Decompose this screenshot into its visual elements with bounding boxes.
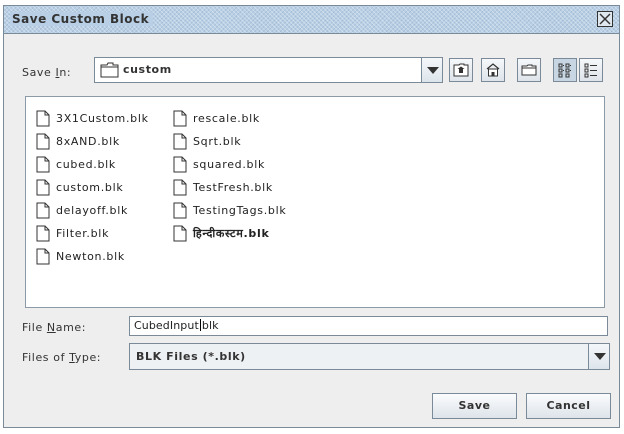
file-icon xyxy=(173,225,187,241)
close-icon xyxy=(599,13,611,25)
file-icon xyxy=(173,179,187,195)
file-icon xyxy=(36,202,50,218)
file-name: Newton.blk xyxy=(56,249,125,263)
file-type-label: Files of Type: xyxy=(22,351,102,364)
save-in-dropdown-arrow[interactable] xyxy=(421,58,442,82)
file-type-combo[interactable]: BLK Files (*.blk) xyxy=(129,343,610,370)
file-name: rescale.blk xyxy=(193,111,260,125)
details-view-button[interactable] xyxy=(579,58,603,82)
save-dialog: Save Custom Block Save In: custom 3X1Cus… xyxy=(3,5,620,428)
file-name: cubed.blk xyxy=(56,157,116,171)
list-item[interactable]: 3X1Custom.blk xyxy=(36,109,149,127)
file-name: squared.blk xyxy=(193,157,266,171)
dialog-title: Save Custom Block xyxy=(10,12,154,26)
title-bar[interactable]: Save Custom Block xyxy=(4,6,619,34)
file-name: हिन्दीकस्टम.blk xyxy=(193,226,270,240)
list-item[interactable]: 8xAND.blk xyxy=(36,132,120,150)
home-button[interactable] xyxy=(481,58,505,82)
file-icon xyxy=(36,248,50,264)
new-folder-icon xyxy=(521,64,537,76)
close-button[interactable] xyxy=(597,11,613,27)
up-one-level-button[interactable] xyxy=(449,58,473,82)
list-view-button[interactable] xyxy=(553,58,577,82)
file-name: delayoff.blk xyxy=(56,203,129,217)
list-item[interactable]: cubed.blk xyxy=(36,155,116,173)
file-name: custom.blk xyxy=(56,180,124,194)
save-button[interactable]: Save xyxy=(432,393,517,419)
list-item[interactable]: Sqrt.blk xyxy=(173,132,241,150)
file-name: Sqrt.blk xyxy=(193,134,242,148)
list-view-icon xyxy=(558,63,571,78)
file-name: TestFresh.blk xyxy=(193,180,273,194)
file-list[interactable]: 3X1Custom.blk 8xAND.blk cubed.blk custom… xyxy=(25,96,605,308)
home-icon xyxy=(486,63,500,77)
file-icon xyxy=(36,225,50,241)
new-folder-button[interactable] xyxy=(517,58,541,82)
file-icon xyxy=(173,110,187,126)
file-icon xyxy=(173,133,187,149)
file-type-dropdown-arrow[interactable] xyxy=(588,344,609,369)
list-item[interactable]: delayoff.blk xyxy=(36,201,128,219)
list-item[interactable]: हिन्दीकस्टम.blk xyxy=(173,224,269,242)
file-name: TestingTags.blk xyxy=(193,203,287,217)
up-folder-icon xyxy=(453,63,469,77)
list-item[interactable]: squared.blk xyxy=(173,155,265,173)
list-item[interactable]: Newton.blk xyxy=(36,247,125,265)
file-icon xyxy=(173,156,187,172)
file-name-label: File Name: xyxy=(22,321,87,334)
folder-icon xyxy=(100,62,119,78)
text-caret xyxy=(199,319,201,331)
save-in-value: custom xyxy=(123,63,172,76)
list-item[interactable]: TestFresh.blk xyxy=(173,178,273,196)
file-icon xyxy=(36,133,50,149)
file-name: 8xAND.blk xyxy=(56,134,120,148)
cancel-button[interactable]: Cancel xyxy=(526,393,611,419)
file-icon xyxy=(36,156,50,172)
file-icon xyxy=(36,110,50,126)
details-view-icon xyxy=(584,63,597,78)
save-in-combo[interactable]: custom xyxy=(94,57,443,83)
file-icon xyxy=(36,179,50,195)
list-item[interactable]: TestingTags.blk xyxy=(173,201,286,219)
file-name: 3X1Custom.blk xyxy=(56,111,149,125)
list-item[interactable]: rescale.blk xyxy=(173,109,260,127)
list-item[interactable]: Filter.blk xyxy=(36,224,109,242)
file-type-value: BLK Files (*.blk) xyxy=(136,350,246,363)
list-item[interactable]: custom.blk xyxy=(36,178,123,196)
file-icon xyxy=(173,202,187,218)
file-name: Filter.blk xyxy=(56,226,110,240)
file-name-input[interactable]: CubedInput blk xyxy=(129,316,608,336)
save-in-label: Save In: xyxy=(22,66,72,79)
